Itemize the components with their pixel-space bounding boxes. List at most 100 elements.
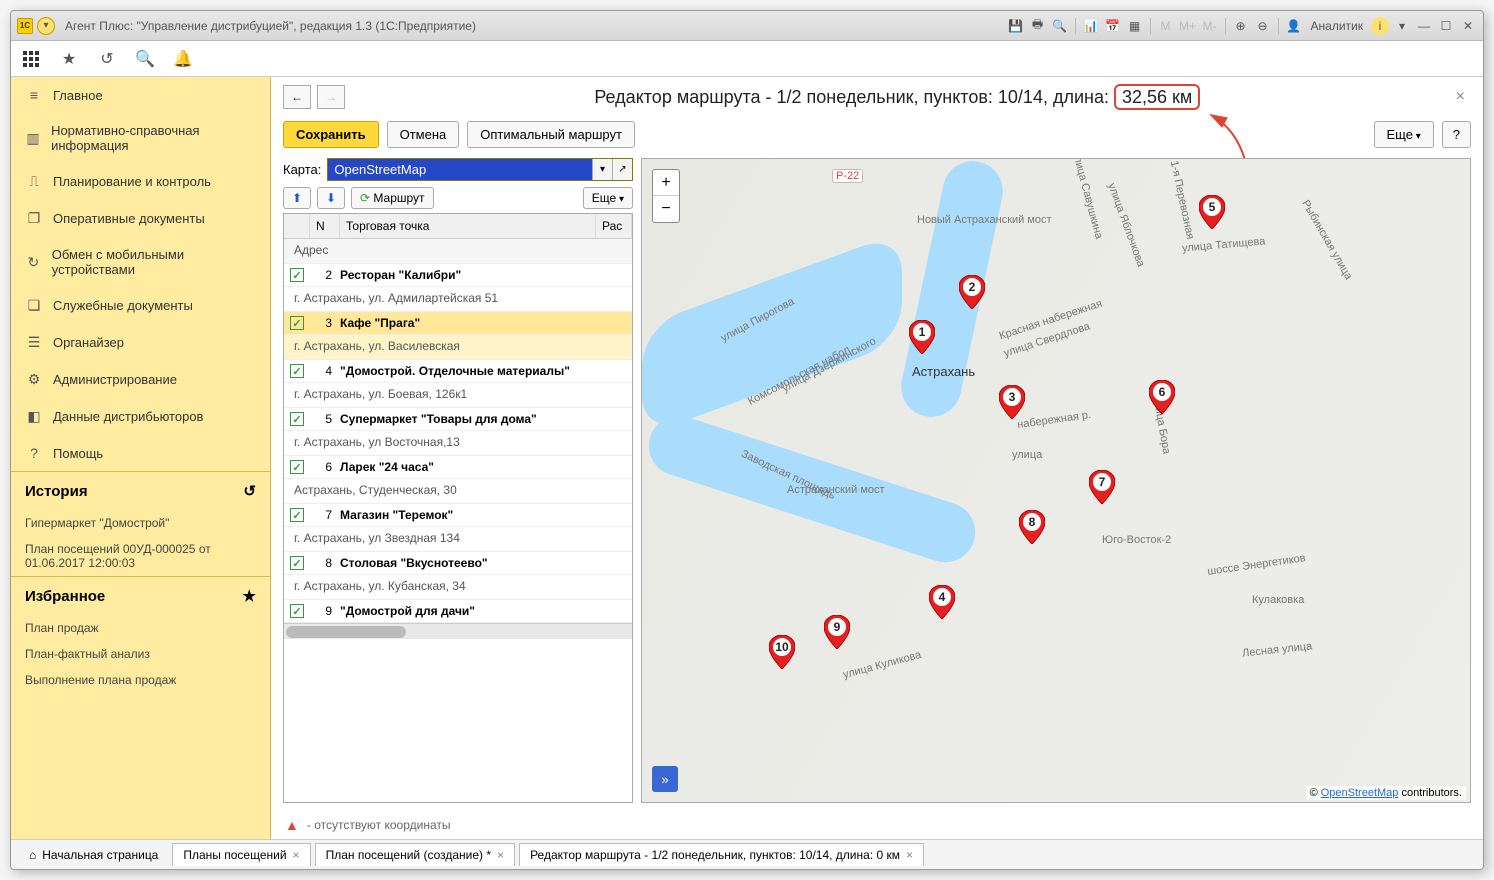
table-row[interactable]: ✓7Магазин "Теремок": [284, 504, 632, 527]
osm-link[interactable]: OpenStreetMap: [1321, 787, 1399, 799]
info-icon[interactable]: i: [1371, 17, 1389, 35]
table-row[interactable]: ✓4"Домострой. Отделочные материалы": [284, 360, 632, 383]
nav-item[interactable]: ☰Органайзер: [11, 324, 270, 361]
history-icon[interactable]: ↺: [243, 482, 256, 500]
tab[interactable]: Планы посещений×: [172, 843, 310, 866]
map-provider-input[interactable]: [328, 159, 592, 180]
zoom-in-button[interactable]: +: [653, 170, 679, 196]
table-row[interactable]: ✓6Ларек "24 часа": [284, 456, 632, 479]
row-num: 8: [312, 556, 332, 570]
checkbox[interactable]: ✓: [290, 508, 304, 522]
history-item[interactable]: План посещений 00УД-000025 от 01.06.2017…: [11, 536, 270, 576]
nav-item[interactable]: ▥Нормативно-справочная информация: [11, 113, 270, 163]
app-menu-dropdown[interactable]: ▾: [37, 17, 55, 35]
move-down-button[interactable]: ⬇: [317, 187, 345, 209]
m-minus-icon[interactable]: M-: [1201, 17, 1219, 35]
map-marker[interactable]: 9: [824, 615, 850, 649]
print-icon[interactable]: 🖶: [1029, 17, 1047, 35]
map-provider-combo[interactable]: ▾ ↗: [327, 158, 633, 181]
map-credit: © OpenStreetMap contributors.: [1306, 786, 1466, 800]
horizontal-scrollbar[interactable]: [284, 623, 632, 639]
nav-item[interactable]: ≡Главное: [11, 77, 270, 113]
table-row[interactable]: ✓9"Домострой для дачи": [284, 600, 632, 623]
nav-item[interactable]: ❏Служебные документы: [11, 287, 270, 324]
save-button[interactable]: Сохранить: [283, 121, 379, 148]
tab-close-icon[interactable]: ×: [293, 848, 300, 862]
list-more-button[interactable]: Еще: [583, 187, 633, 209]
favorite-item[interactable]: План продаж: [11, 615, 270, 641]
checkbox[interactable]: ✓: [290, 556, 304, 570]
map-marker[interactable]: 1: [909, 320, 935, 354]
compare-icon[interactable]: 📊: [1082, 17, 1100, 35]
close-icon[interactable]: ✕: [1459, 17, 1477, 35]
star-icon[interactable]: ★: [59, 49, 79, 69]
map-expand-button[interactable]: »: [652, 766, 678, 792]
table-row[interactable]: ✓2Ресторан "Калибри": [284, 264, 632, 287]
maximize-icon[interactable]: ☐: [1437, 17, 1455, 35]
checkbox[interactable]: ✓: [290, 364, 304, 378]
table-row[interactable]: ✓3Кафе "Прага": [284, 312, 632, 335]
grid-icon[interactable]: ▦: [1126, 17, 1144, 35]
nav-item[interactable]: ◧Данные дистрибьюторов: [11, 398, 270, 435]
star-icon[interactable]: ★: [243, 587, 256, 605]
nav-item[interactable]: ?Помощь: [11, 435, 270, 471]
combo-open-icon[interactable]: ↗: [612, 159, 632, 180]
tab[interactable]: ⌂Начальная страница: [19, 844, 168, 866]
history-item[interactable]: Гипермаркет "Домострой": [11, 510, 270, 536]
close-page-button[interactable]: ×: [1450, 88, 1471, 106]
combo-dropdown-icon[interactable]: ▾: [592, 159, 612, 180]
favorite-item[interactable]: Выполнение плана продаж: [11, 667, 270, 693]
checkbox[interactable]: ✓: [290, 460, 304, 474]
search-icon[interactable]: 🔍: [135, 49, 155, 69]
zoom-out-button[interactable]: −: [653, 196, 679, 222]
nav-forward-button[interactable]: →: [317, 85, 345, 109]
checkbox[interactable]: ✓: [290, 412, 304, 426]
bell-icon[interactable]: 🔔: [173, 49, 193, 69]
calendar-icon[interactable]: 📅: [1104, 17, 1122, 35]
nav-item[interactable]: ⎍Планирование и контроль: [11, 163, 270, 200]
checkbox[interactable]: ✓: [290, 316, 304, 330]
map-marker[interactable]: 10: [769, 635, 795, 669]
map-marker[interactable]: 5: [1199, 195, 1225, 229]
refresh-route-button[interactable]: ⟳ Маршрут: [351, 187, 434, 209]
tab[interactable]: Редактор маршрута - 1/2 понедельник, пун…: [519, 843, 924, 866]
m-plus-icon[interactable]: M+: [1179, 17, 1197, 35]
checkbox[interactable]: ✓: [290, 268, 304, 282]
tab-close-icon[interactable]: ×: [497, 848, 504, 862]
move-up-button[interactable]: ⬆: [283, 187, 311, 209]
apps-icon[interactable]: [21, 49, 41, 69]
city-label: Астрахань: [912, 364, 975, 379]
nav-back-button[interactable]: ←: [283, 85, 311, 109]
tab-close-icon[interactable]: ×: [906, 848, 913, 862]
tab[interactable]: План посещений (создание) *×: [315, 843, 516, 866]
map-marker[interactable]: 7: [1089, 470, 1115, 504]
map[interactable]: Астрахань Р-22Новый Астраханский мостули…: [641, 158, 1471, 803]
nav-item[interactable]: ❐Оперативные документы: [11, 200, 270, 237]
map-marker[interactable]: 3: [999, 385, 1025, 419]
preview-icon[interactable]: 🔍: [1051, 17, 1069, 35]
favorite-item[interactable]: План-фактный анализ: [11, 641, 270, 667]
dropdown-icon[interactable]: ▾: [1393, 17, 1411, 35]
nav-item[interactable]: ↻Обмен с мобильными устройствами: [11, 237, 270, 287]
save-icon[interactable]: 💾: [1007, 17, 1025, 35]
m-icon[interactable]: M: [1157, 17, 1175, 35]
more-button[interactable]: Еще: [1374, 121, 1434, 148]
zoom-in-icon[interactable]: ⊕: [1232, 17, 1250, 35]
history-icon[interactable]: ↺: [97, 49, 117, 69]
app-logo-icon: 1C: [17, 18, 33, 34]
table-row[interactable]: ✓8Столовая "Вкуснотеево": [284, 552, 632, 575]
history-header: История↺: [11, 471, 270, 510]
nav-item[interactable]: ⚙Администрирование: [11, 361, 270, 398]
optimal-route-button[interactable]: Оптимальный маршрут: [467, 121, 635, 148]
minimize-icon[interactable]: —: [1415, 17, 1433, 35]
help-button[interactable]: ?: [1442, 121, 1471, 148]
cancel-button[interactable]: Отмена: [387, 121, 460, 148]
table-row[interactable]: ✓5Супермаркет "Товары для дома": [284, 408, 632, 431]
points-table: N Торговая точка Рас Адрес ✓2Ресторан "К…: [283, 213, 633, 803]
checkbox[interactable]: ✓: [290, 604, 304, 618]
map-marker[interactable]: 8: [1019, 510, 1045, 544]
map-marker[interactable]: 2: [959, 275, 985, 309]
map-marker[interactable]: 6: [1149, 380, 1175, 414]
zoom-out-icon[interactable]: ⊖: [1254, 17, 1272, 35]
map-marker[interactable]: 4: [929, 585, 955, 619]
